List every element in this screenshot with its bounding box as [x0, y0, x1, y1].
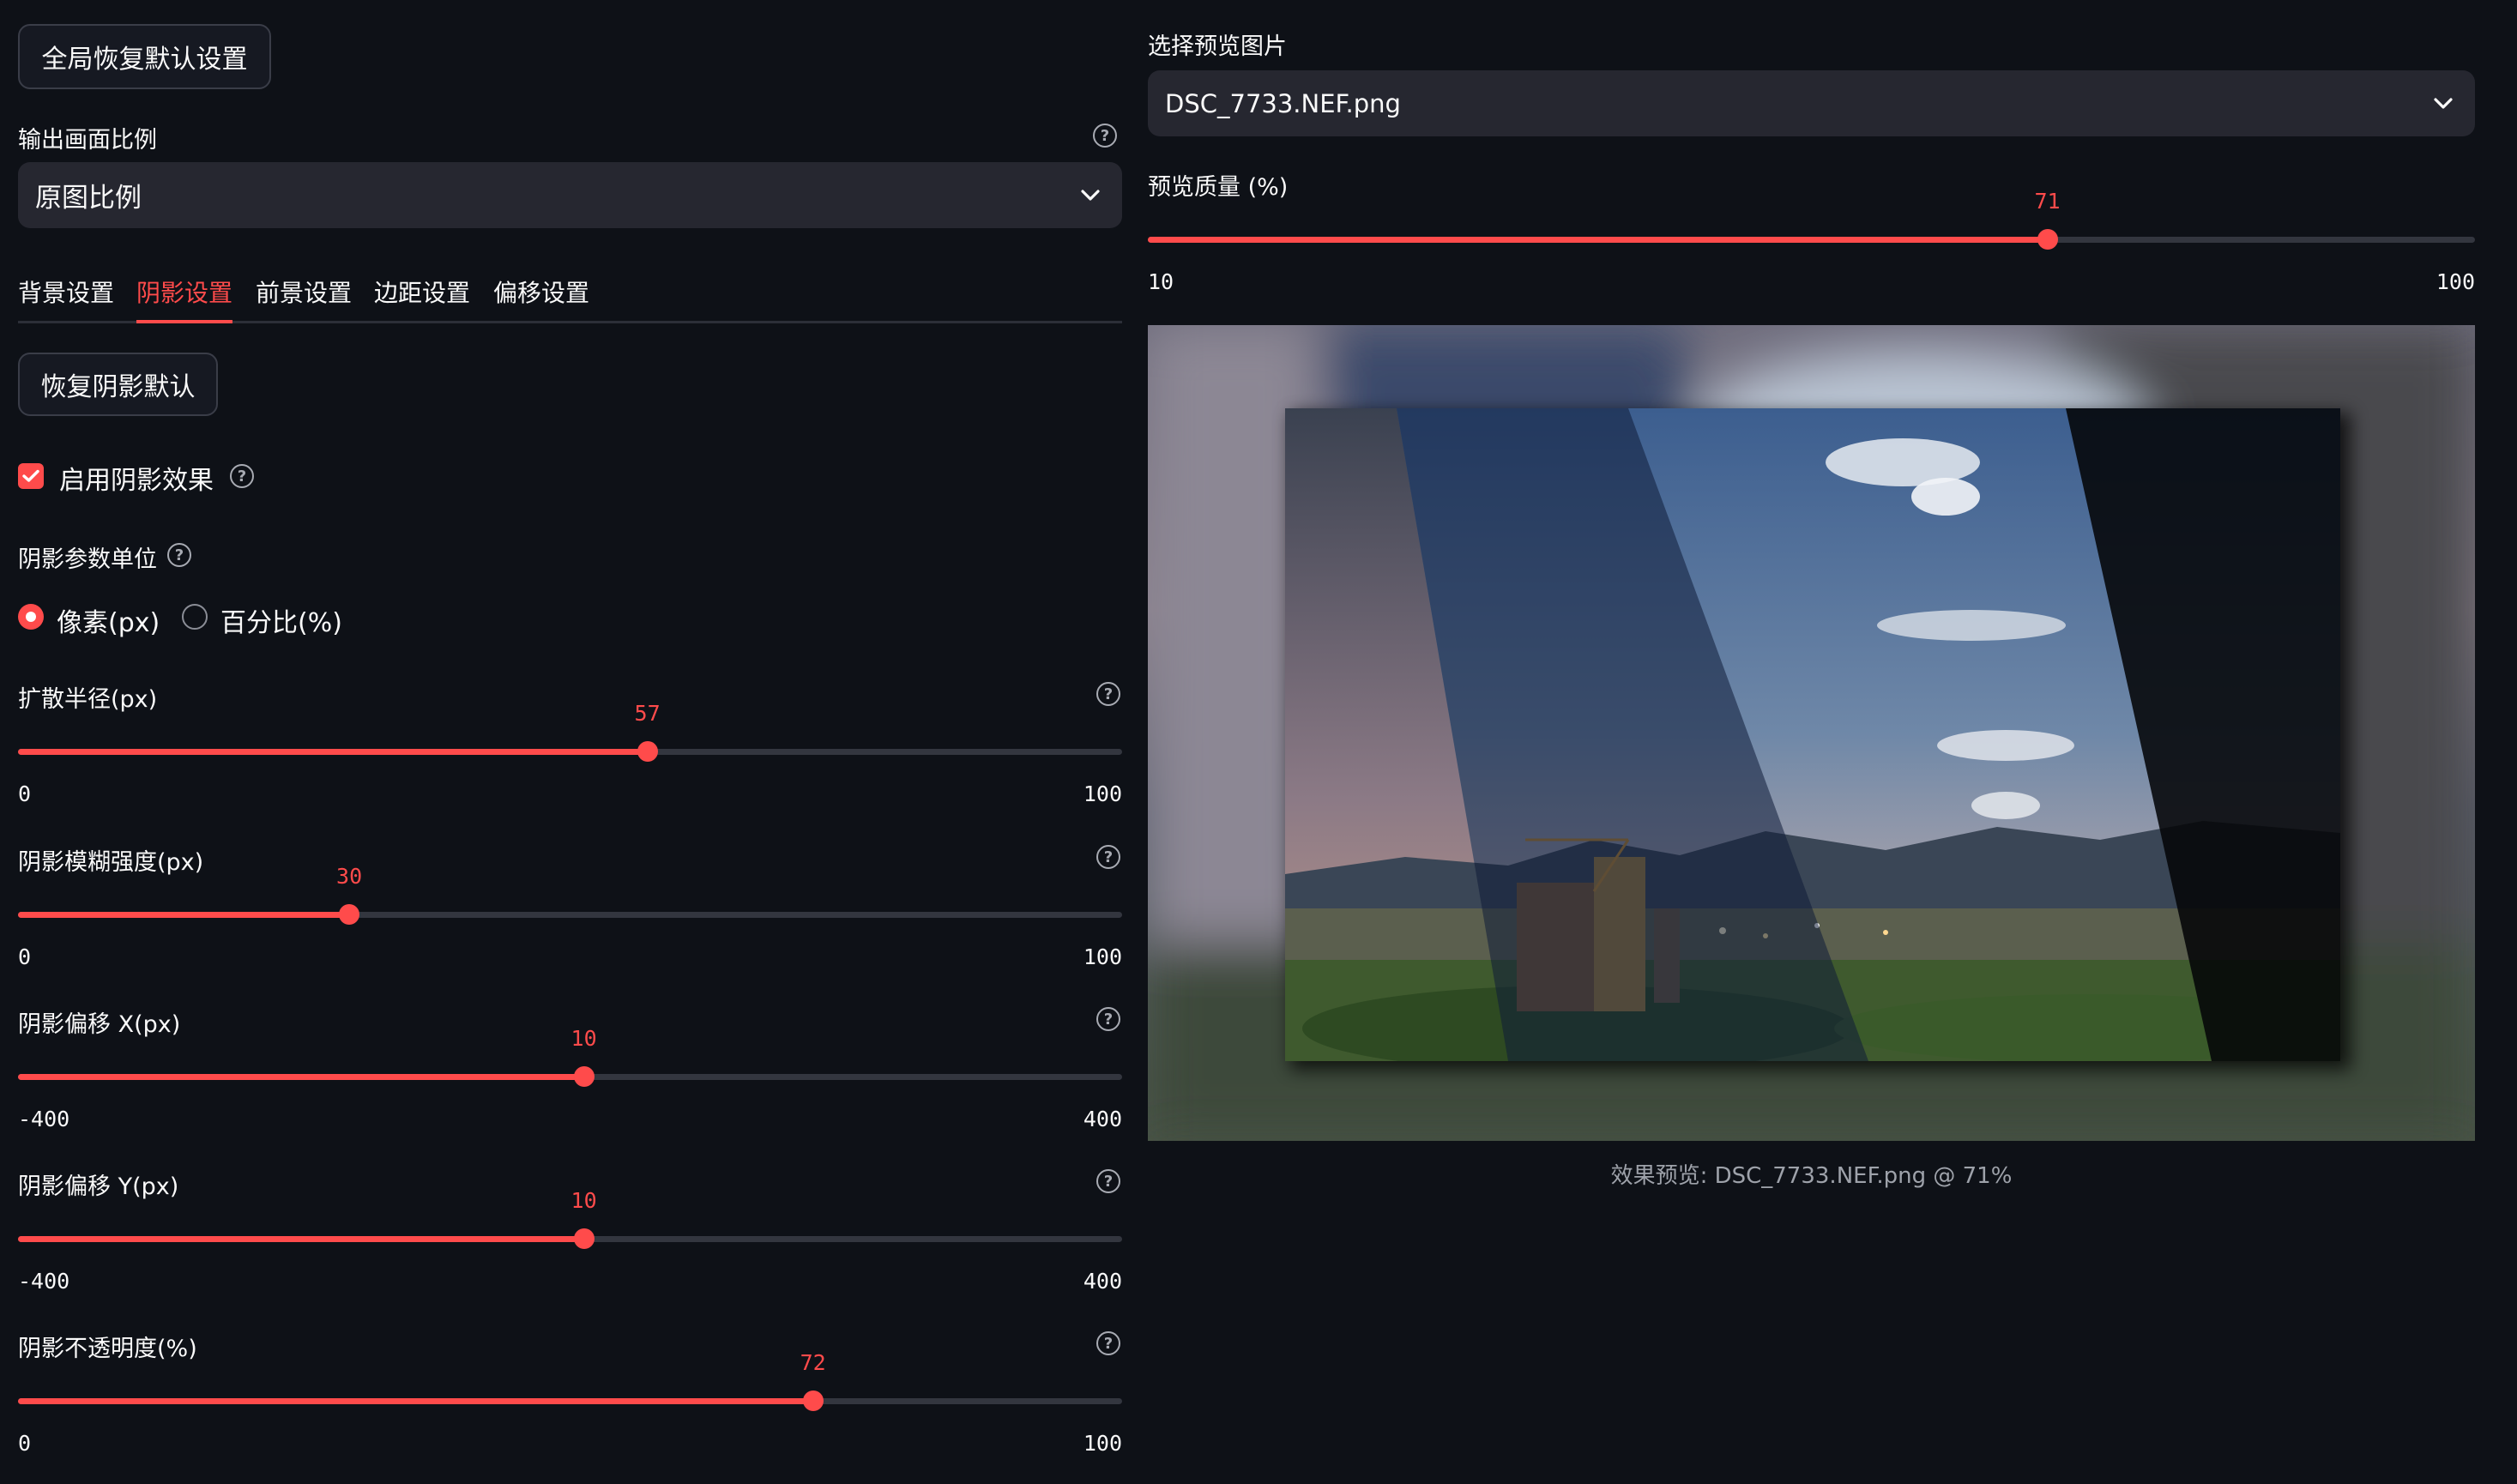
effect-preview-image — [1148, 325, 2475, 1141]
slider-track[interactable]: 10 — [18, 1026, 1122, 1087]
slider-label: 阴影偏移 Y(px) — [18, 1173, 179, 1200]
unit-radio-px-label[interactable]: 像素(px) — [57, 601, 160, 639]
aspect-select-value: 原图比例 — [35, 183, 142, 214]
slider-label: 阴影模糊强度(px) — [18, 849, 204, 876]
unit-radio-percent[interactable] — [182, 604, 208, 630]
unit-label: 阴影参数单位 — [18, 546, 157, 573]
chevron-down-icon — [1081, 189, 1100, 201]
preview-panel: 选择预览图片 DSC_7733.NEF.png 预览质量 (%) 71 10 1… — [1148, 0, 2475, 1484]
settings-tabs: 背景设置 阴影设置 前景设置 边距设置 偏移设置 — [18, 269, 1122, 324]
slider-fill — [18, 1236, 584, 1242]
tab-foreground[interactable]: 前景设置 — [256, 274, 352, 323]
slider-value: 10 — [570, 1026, 597, 1051]
unit-help-icon[interactable]: ? — [167, 543, 191, 567]
tab-offset[interactable]: 偏移设置 — [493, 274, 589, 323]
slider-thumb[interactable] — [339, 904, 360, 925]
slider-value: 57 — [634, 701, 661, 726]
enable-shadow-checkbox[interactable] — [18, 463, 44, 489]
tab-padding[interactable]: 边距设置 — [374, 274, 470, 323]
slider-value: 71 — [2034, 189, 2061, 214]
tab-background[interactable]: 背景设置 — [18, 274, 114, 323]
slider-min: -400 — [18, 1107, 70, 1131]
slider-max: 100 — [1083, 1431, 1122, 1456]
image-select[interactable]: DSC_7733.NEF.png — [1148, 70, 2475, 136]
slider-min: 10 — [1148, 269, 1174, 294]
checkmark-icon — [22, 469, 39, 482]
slider-label: 阴影偏移 X(px) — [18, 1011, 181, 1038]
preview-caption: 效果预览: DSC_7733.NEF.png @ 71% — [1610, 1163, 2013, 1189]
slider-min: 0 — [18, 781, 32, 806]
preview-canvas — [1148, 325, 2475, 1141]
slider-max: 400 — [1083, 1269, 1122, 1294]
slider-track[interactable]: 30 — [18, 864, 1122, 925]
slider-fill — [18, 1074, 584, 1080]
blur-help-icon[interactable]: ? — [1096, 845, 1120, 869]
slider-track[interactable]: 72 — [18, 1350, 1122, 1411]
settings-panel: 全局恢复默认设置 输出画面比例 ? 原图比例 背景设置 阴影设置 前景设置 边距… — [18, 0, 1122, 1484]
aspect-select[interactable]: 原图比例 — [18, 162, 1122, 228]
slider-label: 扩散半径(px) — [18, 686, 158, 713]
offset-x-slider: 阴影偏移 X(px) ? 10 -400 400 — [18, 1005, 1122, 1151]
slider-max: 400 — [1083, 1107, 1122, 1131]
slider-fill — [18, 912, 350, 918]
slider-track[interactable]: 57 — [18, 701, 1122, 762]
image-select-value: DSC_7733.NEF.png — [1165, 88, 1401, 118]
app-root: 全局恢复默认设置 输出画面比例 ? 原图比例 背景设置 阴影设置 前景设置 边距… — [0, 0, 2517, 1484]
spread-help-icon[interactable]: ? — [1096, 682, 1120, 706]
preview-quality-slider: 预览质量 (%) 71 10 100 — [1148, 168, 2475, 314]
slider-fill — [18, 749, 648, 755]
reset-shadow-button[interactable]: 恢复阴影默认 — [18, 353, 218, 416]
enable-shadow-help-icon[interactable]: ? — [230, 464, 254, 488]
aspect-label: 输出画面比例 — [18, 127, 157, 154]
slider-thumb[interactable] — [573, 1066, 595, 1087]
unit-radio-percent-label[interactable]: 百分比(%) — [220, 601, 342, 639]
slider-label: 阴影不透明度(%) — [18, 1336, 197, 1362]
aspect-help-icon[interactable]: ? — [1093, 124, 1117, 148]
slider-thumb[interactable] — [802, 1390, 824, 1411]
tab-shadow[interactable]: 阴影设置 — [136, 274, 233, 323]
opacity-help-icon[interactable]: ? — [1096, 1331, 1120, 1355]
unit-radio-px[interactable] — [18, 604, 44, 630]
slider-thumb[interactable] — [637, 741, 658, 762]
slider-max: 100 — [1083, 944, 1122, 969]
opacity-slider: 阴影不透明度(%) ? 72 0 100 — [18, 1330, 1122, 1475]
blur-strength-slider: 阴影模糊强度(px) ? 30 0 100 — [18, 843, 1122, 989]
slider-min: 0 — [18, 944, 32, 969]
slider-track[interactable]: 71 — [1148, 189, 2475, 250]
slider-thumb[interactable] — [2037, 229, 2058, 250]
slider-value: 72 — [800, 1350, 826, 1375]
slider-thumb[interactable] — [573, 1228, 595, 1249]
spread-radius-slider: 扩散半径(px) ? 57 0 100 — [18, 680, 1122, 826]
slider-max: 100 — [1083, 781, 1122, 806]
slider-max: 100 — [2436, 269, 2475, 294]
chevron-down-icon — [2434, 97, 2453, 109]
offset-y-slider: 阴影偏移 Y(px) ? 10 -400 400 — [18, 1167, 1122, 1313]
slider-value: 30 — [336, 864, 363, 889]
slider-min: -400 — [18, 1269, 70, 1294]
reset-all-button[interactable]: 全局恢复默认设置 — [18, 24, 271, 89]
image-select-label: 选择预览图片 — [1148, 33, 1287, 60]
enable-shadow-label: 启用阴影效果 — [59, 466, 214, 496]
slider-value: 10 — [570, 1188, 597, 1213]
slider-min: 0 — [18, 1431, 32, 1456]
slider-label: 预览质量 (%) — [1148, 174, 1289, 201]
slider-fill — [18, 1398, 813, 1404]
offset-x-help-icon[interactable]: ? — [1096, 1007, 1120, 1031]
slider-fill — [1148, 237, 2048, 243]
slider-track[interactable]: 10 — [18, 1188, 1122, 1249]
offset-y-help-icon[interactable]: ? — [1096, 1169, 1120, 1193]
